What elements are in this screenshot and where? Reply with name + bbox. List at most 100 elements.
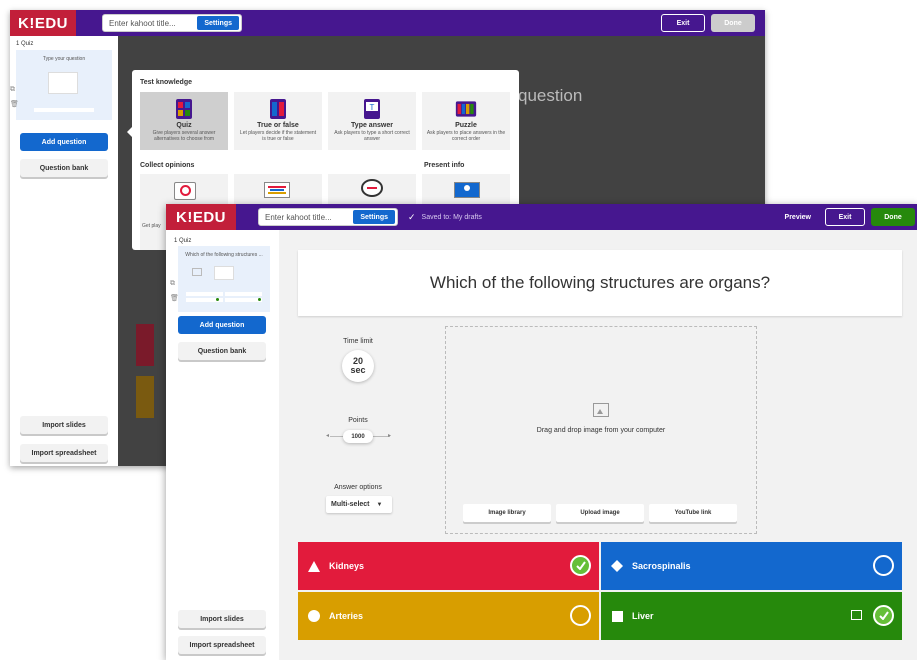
slide-tile[interactable] [422, 174, 510, 208]
open-ended-tile[interactable] [328, 174, 416, 208]
answer-bars [34, 108, 94, 112]
correct-check-icon[interactable] [873, 605, 894, 626]
answer-1-text: Kidneys [329, 561, 365, 571]
decrease-arrow-icon[interactable]: ◂ [326, 432, 329, 439]
answer-2-blue[interactable]: Sacrospinalis [601, 542, 902, 590]
done-button[interactable]: Done [871, 208, 915, 226]
question-title-input[interactable]: Which of the following structures are or… [298, 250, 902, 316]
screenshot-root: K!EDU Enter kahoot title... Settings Exi… [0, 0, 917, 660]
settings-button[interactable]: Settings [353, 210, 395, 224]
slide-preview-text: Type your question [42, 56, 86, 62]
poll-tile-partial: Get play [142, 223, 161, 229]
drop-instructions: Drag and drop image from your computer [536, 427, 666, 434]
answer-options-dropdown[interactable]: Multi-select ▼ [326, 496, 392, 513]
answer-3-text: Arteries [329, 611, 364, 621]
upload-image-button[interactable]: Upload image [556, 504, 644, 522]
answer-4-text: Liver [632, 611, 654, 621]
image-icon[interactable] [851, 610, 862, 620]
puzzle-tile[interactable]: Puzzle Ask players to place answers in t… [422, 92, 510, 150]
delete-icon[interactable]: 🗑 [10, 100, 19, 108]
image-placeholder-icon [214, 266, 234, 280]
quiz-tile[interactable]: Quiz Give players several answer alterna… [140, 92, 228, 150]
front-top-bar: K!EDU Enter kahoot title... Settings ✓ S… [166, 204, 917, 230]
import-slides-button[interactable]: Import slides [178, 610, 266, 628]
slide-label: 1 Quiz [16, 41, 34, 47]
puzzle-tile-desc: Ask players to place answers in the corr… [426, 130, 506, 142]
popup-pointer [127, 126, 133, 138]
quiz-tile-title: Quiz [176, 122, 192, 129]
true-false-tile-desc: Let players decide if the statement is t… [239, 130, 317, 142]
saved-status: Saved to: My drafts [421, 213, 482, 221]
front-sidebar: 1 Quiz Which of the following structures… [166, 230, 279, 660]
circle-icon [308, 610, 320, 622]
collect-opinions-heading: Collect opinions [140, 162, 195, 169]
question-behind-text: question [518, 86, 583, 105]
incorrect-circle-icon[interactable] [570, 605, 591, 626]
import-spreadsheet-button[interactable]: Import spreadsheet [20, 444, 108, 462]
duplicate-icon[interactable]: ⧉ [10, 86, 15, 94]
slide-thumbnail[interactable]: Type your question [16, 50, 112, 120]
square-icon [611, 610, 623, 622]
increase-arrow-icon[interactable]: ▸ [388, 432, 391, 439]
time-limit-label: Time limit [343, 338, 373, 345]
diamond-icon [611, 560, 623, 572]
answer-1-red[interactable]: Kidneys [298, 542, 599, 590]
answer-4-green[interactable]: Liver [601, 592, 902, 640]
settings-button[interactable]: Settings [197, 16, 239, 30]
points-label: Points [348, 417, 368, 424]
answer-2-text: Sacrospinalis [632, 561, 691, 571]
time-limit-selector[interactable]: 20 sec [342, 350, 374, 382]
type-answer-tile-desc: Ask players to type a short correct answ… [334, 130, 410, 142]
duplicate-icon[interactable]: ⧉ [170, 280, 175, 288]
info-slide-icon [454, 182, 480, 198]
triangle-icon [308, 560, 320, 572]
back-sidebar: 1 Quiz Type your question ⧉ 🗑 Add questi… [10, 36, 118, 466]
time-limit-unit: sec [350, 365, 366, 375]
poll-icon [174, 182, 196, 200]
incorrect-circle-icon[interactable] [873, 555, 894, 576]
title-input[interactable]: Enter kahoot title... Settings [258, 208, 398, 226]
quiz-icon [173, 98, 195, 120]
true-false-tile[interactable]: True or false Let players decide if the … [234, 92, 322, 150]
type-answer-icon: T [361, 98, 383, 120]
exit-button[interactable]: Exit [825, 208, 865, 226]
add-question-button[interactable]: Add question [178, 316, 266, 334]
puzzle-icon [455, 98, 477, 120]
done-button[interactable]: Done [711, 14, 755, 32]
answer-preview-bars [186, 292, 262, 302]
add-question-button[interactable]: Add question [20, 133, 108, 151]
answer-options-label: Answer options [334, 484, 382, 491]
type-answer-tile[interactable]: T Type answer Ask players to type a shor… [328, 92, 416, 150]
import-slides-button[interactable]: Import slides [20, 416, 108, 434]
yellow-answer-behind [136, 376, 154, 418]
youtube-link-button[interactable]: YouTube link [649, 504, 737, 522]
title-input[interactable]: Enter kahoot title... Settings [102, 14, 242, 32]
puzzle-tile-title: Puzzle [455, 122, 477, 129]
import-spreadsheet-button[interactable]: Import spreadsheet [178, 636, 266, 654]
image-library-button[interactable]: Image library [463, 504, 551, 522]
quiz-tile-desc: Give players several answer alternatives… [152, 130, 216, 142]
points-value[interactable]: 1000 [343, 430, 373, 443]
kahoot-edu-logo: K!EDU [166, 204, 236, 230]
test-knowledge-heading: Test knowledge [140, 79, 192, 86]
question-bank-button[interactable]: Question bank [20, 159, 108, 177]
caret-down-icon: ▼ [376, 501, 383, 508]
media-drop-zone[interactable]: Drag and drop image from your computer I… [445, 326, 757, 534]
question-bank-button[interactable]: Question bank [178, 342, 266, 360]
time-icon [192, 268, 202, 276]
slide-thumbnail[interactable]: Which of the following structures ... [178, 246, 270, 312]
present-info-heading: Present info [424, 162, 465, 169]
answer-3-yellow[interactable]: Arteries [298, 592, 599, 640]
word-cloud-tile[interactable] [234, 174, 322, 208]
true-false-icon [267, 98, 289, 120]
word-cloud-icon [264, 182, 290, 198]
correct-check-icon[interactable] [570, 555, 591, 576]
back-top-bar: K!EDU Enter kahoot title... Settings Exi… [10, 10, 765, 36]
type-answer-tile-title: Type answer [351, 122, 393, 129]
title-placeholder: Enter kahoot title... [265, 212, 332, 222]
delete-icon[interactable]: 🗑 [170, 294, 179, 302]
exit-button[interactable]: Exit [661, 14, 705, 32]
speech-bubble-icon [361, 179, 383, 197]
preview-button[interactable]: Preview [785, 214, 811, 221]
red-answer-behind [136, 324, 154, 366]
